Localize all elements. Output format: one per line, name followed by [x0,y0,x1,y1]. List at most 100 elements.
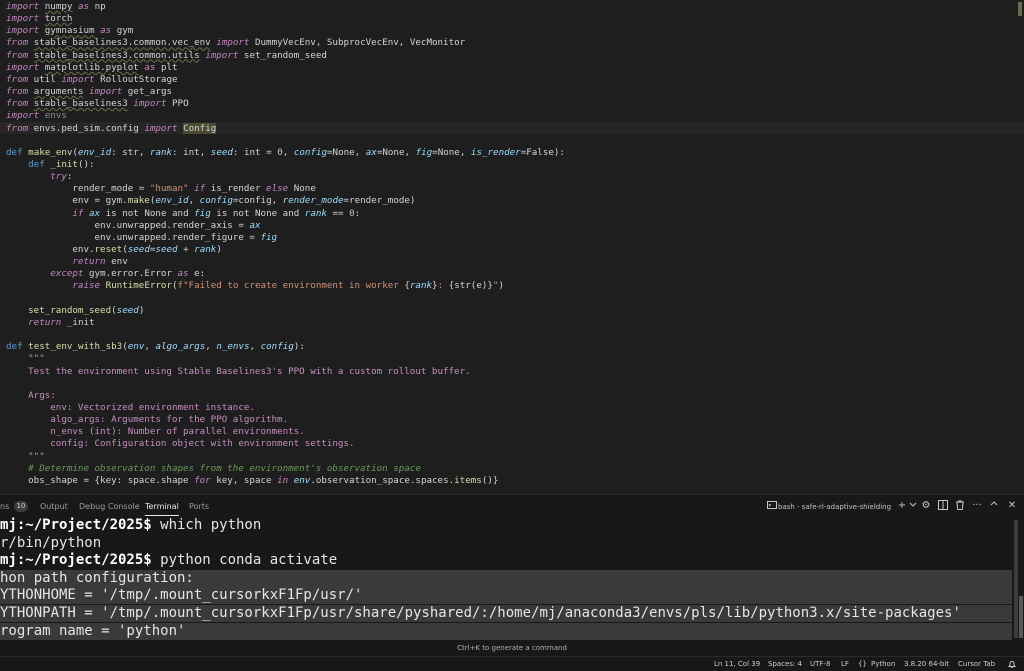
code-token: import [6,1,40,12]
terminal-scrollbar-thumb[interactable] [1019,596,1023,638]
python-interpreter[interactable]: 3.8.20 64-bit [904,657,949,671]
code-line[interactable]: algo_args: Arguments for the PPO algorit… [6,414,288,426]
indentation[interactable]: Spaces: 4 [768,657,802,671]
code-line[interactable]: env.unwrapped.render_figure = fig [6,232,278,244]
code-line[interactable]: n_envs (int): Number of parallel environ… [6,426,304,438]
close-icon[interactable]: ✕ [1006,500,1018,512]
gear-icon[interactable]: ⚙ [920,500,932,512]
tab-problems[interactable]: ns [0,501,9,513]
code-line[interactable]: Args: [6,390,56,402]
code-line[interactable]: obs_shape = {key: space.shape for key, s… [6,475,498,487]
code-line[interactable]: import torch [6,13,72,25]
terminal-text: YTHONHOME = '/tmp/.mount_cursorkxF1Fp/us… [0,587,363,604]
code-line[interactable]: """ [6,451,45,463]
code-token: env [105,256,128,268]
code-token: def [6,146,23,158]
code-line[interactable]: import gymnasium as gym [6,25,133,37]
code-token: rank [409,280,433,292]
more-icon[interactable]: ··· [971,500,983,512]
code-line[interactable]: def make_env(env_id: str, rank: int, see… [6,147,565,159]
code-token: : int, [172,146,211,158]
code-line[interactable]: """ [6,353,45,365]
code-token: , [282,146,294,158]
terminal-scrollbar-track[interactable] [1014,520,1018,638]
code-line[interactable]: return _init [6,317,94,329]
code-line[interactable]: from stable_baselines3.common.utils impo… [6,50,327,62]
cursor-position[interactable]: Ln 11, Col 39 [714,657,760,671]
code-line[interactable]: from arguments import get_args [6,86,172,98]
line-ending[interactable]: LF [841,657,849,671]
code-token: raise [72,280,101,292]
encoding[interactable]: UTF-8 [810,657,830,671]
code-token: env.unwrapped.render_axis = [6,219,250,231]
code-line[interactable]: # Determine observation shapes from the … [6,463,421,475]
code-line[interactable]: import numpy as np [6,1,106,13]
code-line[interactable]: set_random_seed(seed) [6,305,144,317]
code-line[interactable]: def test_env_with_sb3(env, algo_args, n_… [6,341,305,353]
terminal-line: YTHONHOME = '/tmp/.mount_cursorkxF1Fp/us… [0,587,1012,605]
code-line[interactable]: import envs [6,110,67,122]
tab-output[interactable]: Output [40,501,68,513]
tab-ports[interactable]: Ports [189,501,209,513]
code-token: import [6,13,40,25]
code-token: else [266,183,289,195]
maximize-icon[interactable] [988,500,1000,512]
code-token: fig [415,146,433,158]
code-token: # Determine observation shapes from the … [28,462,421,474]
terminal-text: python conda activate [151,552,338,569]
code-line[interactable]: try: [6,171,72,183]
code-line[interactable]: env.unwrapped.render_axis = ax [6,219,261,232]
code-line[interactable]: return env [6,256,128,268]
code-line[interactable]: render_mode = "human" if is_render else … [6,183,315,195]
split-terminal-icon[interactable] [937,500,949,512]
code-line[interactable]: def _init(): [6,158,94,171]
code-editor[interactable]: import numpy as np import torch import gym… [0,0,1024,494]
terminal-prompt: mj:~/Project/2025$ [0,552,152,569]
code-line[interactable]: env: Vectorized environment instance. [6,402,255,414]
code-token: : [354,207,361,219]
code-token: "human" [149,183,189,195]
code-line[interactable]: raise RuntimeError(f"Failed to create en… [6,280,504,292]
code-line[interactable]: from stable_baselines3 import PPO [6,98,189,110]
code-token: config [199,195,233,207]
code-line[interactable]: import matplotlib.pyplot as plt [6,62,178,74]
code-token: reset [94,244,123,255]
code-token: _init [50,158,78,170]
terminal-line: hon path configuration: [0,569,1012,587]
terminal-text: YTHONPATH = '/tmp/.mount_cursorkxF1Fp/us… [0,605,961,621]
code-line[interactable]: env = gym.make(env_id, config=config, re… [6,195,415,207]
code-token: config [260,341,294,353]
trash-icon[interactable] [954,500,966,512]
code-token: RolloutStorage [94,73,178,85]
code-token: if [72,207,84,219]
bell-icon[interactable] [1008,657,1016,671]
code-line[interactable]: env.reset(seed=seed + rank) [6,244,221,256]
language-mode[interactable]: Python [871,657,895,671]
code-line[interactable]: from stable_baselines3.common.vec_env im… [6,37,465,49]
code-token: seed [210,146,233,158]
code-line[interactable]: from util import RolloutStorage [6,74,178,86]
code-line[interactable]: Test the environment using Stable Baseli… [6,366,471,378]
tab-terminal[interactable]: Terminal [145,501,179,516]
code-token: : [437,280,449,292]
code-token: stable_baselines3.common.utils [33,49,200,61]
code-token: =None, [327,146,366,158]
code-token: {str(e)} [448,280,493,292]
cursor-tab[interactable]: Cursor Tab [958,657,995,671]
code-token: algo_args: Arguments for the PPO algorit… [50,414,289,426]
code-line[interactable]: config: Configuration object with enviro… [6,438,354,450]
code-line[interactable]: if ax is not None and fig is not None an… [6,208,360,220]
code-line[interactable]: from envs.ped_sim.config import Config [6,122,217,135]
code-token: util [28,73,62,85]
tab-debug-console[interactable]: Debug Console [79,501,140,513]
chevron-down-icon[interactable] [907,500,919,512]
code-line[interactable]: except gym.error.Error as e: [6,268,205,280]
code-token: items [454,474,482,486]
code-token: arguments [33,86,84,98]
code-token: f"Failed to create environment in worker [177,280,405,292]
braces-icon[interactable]: {} [858,657,867,671]
terminal-title[interactable]: bash - safe-rl-adaptive-shielding [778,501,891,513]
